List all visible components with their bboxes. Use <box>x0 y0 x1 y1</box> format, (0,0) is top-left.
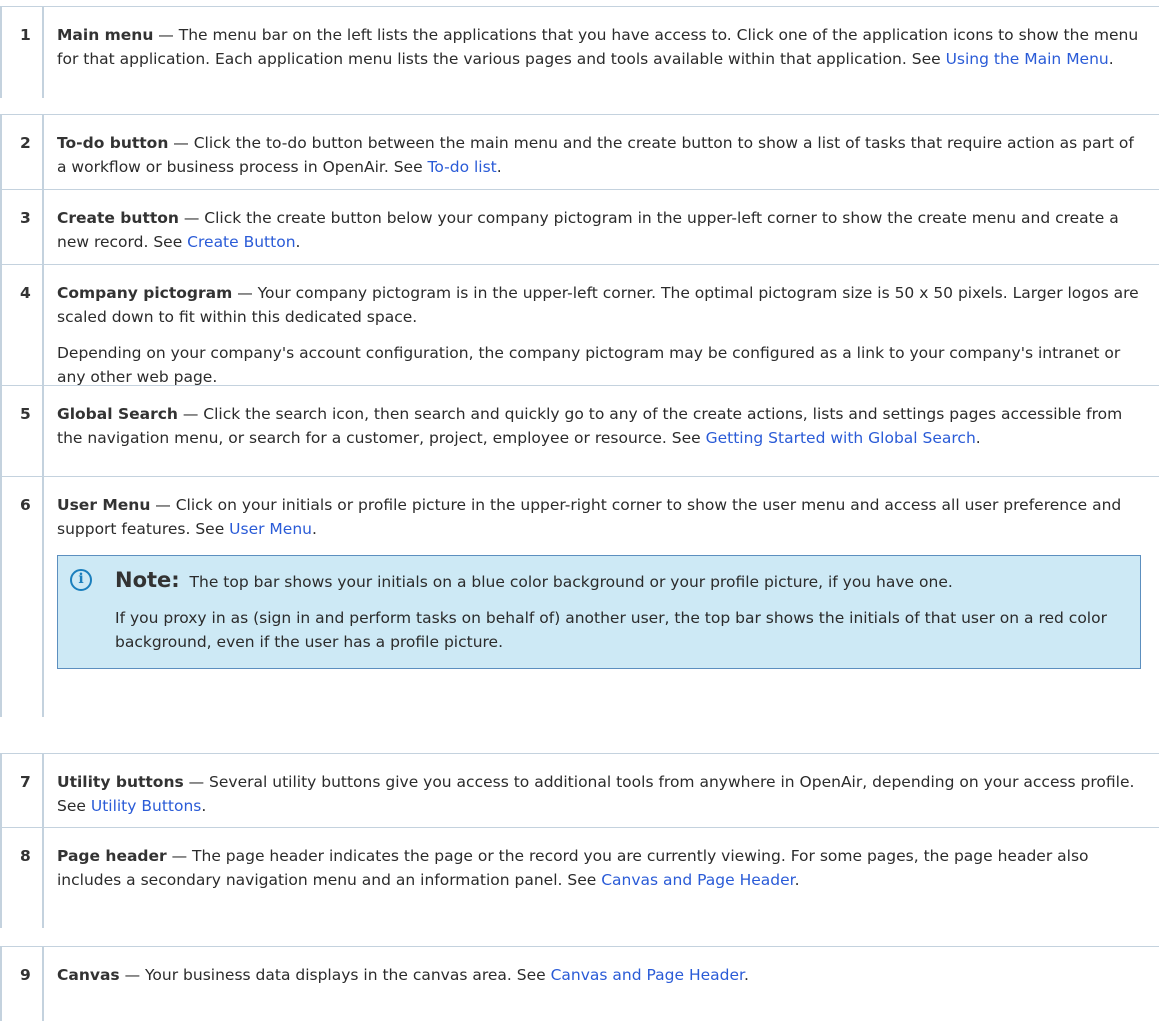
table-row: 2 To-do button — Click the to-do button … <box>0 114 1159 189</box>
row-text-end: . <box>743 966 749 984</box>
row-content: To-do button — Click the to-do button be… <box>57 131 1145 179</box>
row-text: — Click on your initials or profile pict… <box>57 496 1122 538</box>
row-text-end: . <box>496 158 502 176</box>
row-number: 1 <box>2 7 44 98</box>
row-text: — Click the to-do button between the mai… <box>57 134 1134 176</box>
row-text-end: . <box>975 429 981 447</box>
table-row: 5 Global Search — Click the search icon,… <box>0 385 1159 476</box>
row-term: Main menu <box>57 26 154 44</box>
row-paragraph: Depending on your company's account conf… <box>57 344 1121 386</box>
row-text-end: . <box>1108 50 1114 68</box>
link-create-button[interactable]: Create Button <box>187 233 295 251</box>
row-term: Utility buttons <box>57 773 184 791</box>
table-row: 6 User Menu — Click on your initials or … <box>0 476 1159 717</box>
link-to-do-list[interactable]: To-do list <box>428 158 497 176</box>
row-number: 5 <box>2 386 44 476</box>
link-global-search[interactable]: Getting Started with Global Search <box>706 429 976 447</box>
link-using-main-menu[interactable]: Using the Main Menu <box>946 50 1109 68</box>
row-content: Utility buttons — Several utility button… <box>57 770 1145 818</box>
row-term: Canvas <box>57 966 120 984</box>
row-text-end: . <box>295 233 301 251</box>
note-paragraph: If you proxy in as (sign in and perform … <box>115 609 1107 651</box>
link-utility-buttons[interactable]: Utility Buttons <box>91 797 202 815</box>
row-content: Global Search — Click the search icon, t… <box>57 402 1145 450</box>
row-number: 4 <box>2 265 44 385</box>
row-content: Canvas — Your business data displays in … <box>57 963 1145 987</box>
table-row: 4 Company pictogram — Your company picto… <box>0 264 1159 386</box>
row-term: Create button <box>57 209 179 227</box>
info-circle-icon: i <box>70 569 92 591</box>
row-content: Page header — The page header indicates … <box>57 844 1145 892</box>
note-text: The top bar shows your initials on a blu… <box>189 573 953 591</box>
link-user-menu[interactable]: User Menu <box>229 520 312 538</box>
table-row: 1 Main menu — The menu bar on the left l… <box>0 6 1159 98</box>
row-number: 7 <box>2 754 44 827</box>
row-number: 9 <box>2 947 44 1021</box>
row-number: 2 <box>2 115 44 189</box>
row-content: Main menu — The menu bar on the left lis… <box>57 23 1145 71</box>
note-title: Note: <box>115 568 180 592</box>
row-term: User Menu <box>57 496 151 514</box>
row-term: Company pictogram <box>57 284 233 302</box>
row-text-end: . <box>201 797 207 815</box>
row-text: — Several utility buttons give you acces… <box>57 773 1135 815</box>
table-row: 7 Utility buttons — Several utility butt… <box>0 753 1159 827</box>
row-text-end: . <box>312 520 317 538</box>
row-number: 6 <box>2 477 44 717</box>
row-text: — Your business data displays in the can… <box>119 966 551 984</box>
row-number: 8 <box>2 828 44 928</box>
row-text: — The page header indicates the page or … <box>57 847 1089 889</box>
table-row: 3 Create button — Click the create butto… <box>0 189 1159 264</box>
row-term: To-do button <box>57 134 169 152</box>
link-canvas-page-header[interactable]: Canvas and Page Header <box>551 966 744 984</box>
row-text-end: . <box>794 871 800 889</box>
row-content: Company pictogram — Your company pictogr… <box>57 281 1145 389</box>
table-row: 9 Canvas — Your business data displays i… <box>0 946 1159 1021</box>
row-content: User Menu — Click on your initials or pr… <box>57 493 1145 669</box>
link-canvas-page-header[interactable]: Canvas and Page Header <box>601 871 794 889</box>
table-row: 8 Page header — The page header indicate… <box>0 827 1159 928</box>
row-term: Page header <box>57 847 167 865</box>
note-box: i Note: The top bar shows your initials … <box>57 555 1141 669</box>
row-number: 3 <box>2 190 44 264</box>
row-content: Create button — Click the create button … <box>57 206 1145 254</box>
row-term: Global Search <box>57 405 178 423</box>
